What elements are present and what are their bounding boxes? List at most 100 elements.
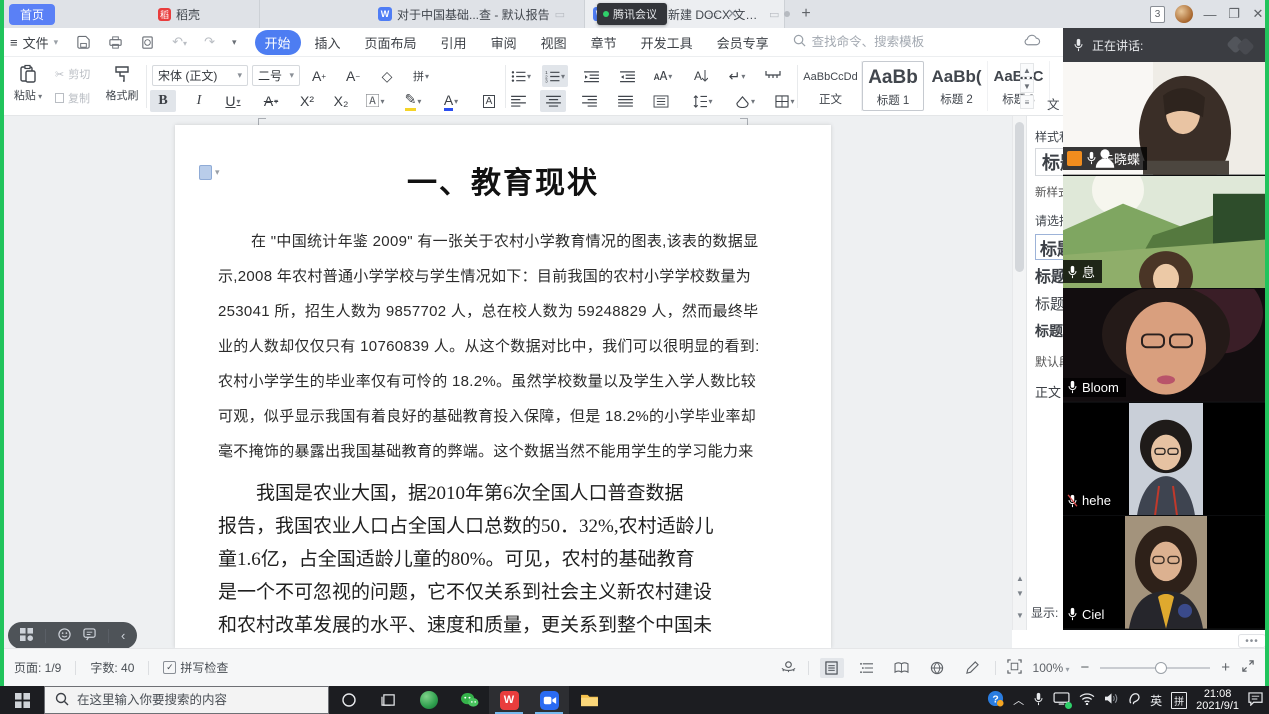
command-search[interactable] xyxy=(793,34,962,50)
document-page[interactable]: ▾ 一、教育现状 在 "中国统计年鉴 2009" 有一张关于农村小学教育情况的图… xyxy=(175,125,831,648)
tab-insert[interactable]: 插入 xyxy=(305,30,351,55)
text-direction-icon[interactable]: A xyxy=(688,65,714,87)
security-help-icon[interactable]: ? xyxy=(987,690,1004,710)
meeting-mini-bar[interactable]: 腾讯会议 xyxy=(597,3,667,25)
zoom-slider[interactable] xyxy=(1100,667,1210,669)
pinyin-guide-icon[interactable]: 拼▾ xyxy=(408,65,434,87)
screen-share-icon[interactable] xyxy=(1053,692,1070,708)
scrollbar-thumb[interactable] xyxy=(1015,122,1024,272)
save-icon[interactable] xyxy=(76,35,91,50)
video-tile-5[interactable]: Ciel xyxy=(1063,516,1269,630)
bold-button[interactable]: B xyxy=(150,90,176,112)
wrap-icon[interactable]: ↵▾ xyxy=(724,65,750,87)
bullet-list-icon[interactable]: ▾ xyxy=(508,65,534,87)
paragraph-layout-icon[interactable]: ▾ xyxy=(199,165,220,180)
clear-format-icon[interactable]: ◇ xyxy=(374,65,400,87)
tray-mic-icon[interactable] xyxy=(1033,692,1044,709)
superscript-button[interactable]: X² xyxy=(294,90,320,112)
browser-app-icon[interactable] xyxy=(409,686,449,714)
distribute-icon[interactable] xyxy=(648,90,674,112)
grow-font-icon[interactable]: A+ xyxy=(306,65,332,87)
video-tile-4[interactable]: hehe xyxy=(1063,403,1269,517)
next-page-icon[interactable]: ▼ xyxy=(1013,608,1027,622)
volume-icon[interactable] xyxy=(1104,692,1119,708)
style-heading-2[interactable]: AaBb(标题 2 xyxy=(926,61,988,111)
page-indicator[interactable]: 页面: 1/9 xyxy=(14,659,61,676)
fullscreen-icon[interactable] xyxy=(1241,659,1255,676)
style-heading-3[interactable]: AaBbC标题 3 xyxy=(988,61,1050,111)
shading-icon[interactable]: ▾ xyxy=(732,90,758,112)
ime-mode-icon[interactable]: 拼 xyxy=(1171,692,1187,709)
underline-button[interactable]: U▾ xyxy=(220,90,246,112)
video-tile-2[interactable]: 息 xyxy=(1063,176,1269,290)
comment-icon[interactable] xyxy=(83,628,96,644)
command-search-input[interactable] xyxy=(812,35,962,49)
copy-button[interactable]: 复制 xyxy=(55,90,90,106)
document-canvas[interactable]: ▾ 一、教育现状 在 "中国统计年鉴 2009" 有一张关于农村小学教育情况的图… xyxy=(0,116,1012,648)
wifi-icon[interactable] xyxy=(1079,693,1095,708)
taskbar-search-input[interactable] xyxy=(77,693,307,707)
print-preview-icon[interactable] xyxy=(140,35,155,50)
close-button[interactable]: ✕ xyxy=(1251,6,1265,22)
align-left-icon[interactable] xyxy=(505,90,531,112)
cortana-icon[interactable] xyxy=(329,686,369,714)
tab-dev-tools[interactable]: 开发工具 xyxy=(631,30,703,55)
file-explorer-icon[interactable] xyxy=(569,686,609,714)
text-tool-tab[interactable]: 文 xyxy=(1047,94,1060,113)
zoom-out-icon[interactable]: − xyxy=(1080,659,1089,676)
user-avatar[interactable] xyxy=(1175,5,1193,23)
style-heading-1[interactable]: AaBb标题 1 xyxy=(862,61,924,111)
collapse-toolbar-icon[interactable]: ▾ xyxy=(232,37,237,48)
tab-page-layout[interactable]: 页面布局 xyxy=(355,30,427,55)
tab-stops-icon[interactable] xyxy=(760,65,786,87)
meeting-more-button[interactable]: ••• xyxy=(1238,634,1266,648)
tab-start[interactable]: 开始 xyxy=(255,30,301,55)
increase-indent-icon[interactable] xyxy=(614,65,640,87)
tab-section[interactable]: 章节 xyxy=(581,30,627,55)
tab-docer[interactable]: 稻 稻壳 xyxy=(150,0,260,28)
ink-edit-icon[interactable] xyxy=(960,658,984,678)
tab-references[interactable]: 引用 xyxy=(431,30,477,55)
outline-view-icon[interactable] xyxy=(855,658,879,678)
new-tab-button[interactable]: + xyxy=(795,3,817,25)
character-scale-icon[interactable]: 🗚▾ xyxy=(650,65,676,87)
tab-count-badge[interactable]: 3 xyxy=(1150,6,1165,23)
start-button[interactable] xyxy=(0,686,44,714)
ime-language-indicator[interactable]: 英 xyxy=(1150,692,1162,709)
align-center-icon[interactable] xyxy=(540,90,566,112)
style-body-text[interactable]: AaBbCcDd正文 xyxy=(800,61,862,111)
font-color-button[interactable]: A▾ xyxy=(438,90,464,112)
shrink-font-icon[interactable]: A− xyxy=(340,65,366,87)
video-tile-3[interactable]: Bloom xyxy=(1063,289,1269,403)
cut-button[interactable]: ✂剪切 xyxy=(55,66,90,82)
styles-more-icon[interactable]: ≡ xyxy=(1020,95,1034,109)
page-view-icon[interactable] xyxy=(820,658,844,678)
spellcheck-toggle[interactable]: ✓ 拼写检查 xyxy=(163,659,228,676)
char-border-icon[interactable]: A xyxy=(476,90,502,112)
align-right-icon[interactable] xyxy=(576,90,602,112)
wps-app-icon[interactable]: W xyxy=(489,686,529,714)
numbered-list-icon[interactable]: 123▾ xyxy=(542,65,568,87)
scroll-up-icon[interactable]: ▲ xyxy=(1013,571,1027,585)
styles-scroll-down-icon[interactable]: ▼ xyxy=(1020,79,1034,93)
text-effects-icon[interactable]: 🄰▾ xyxy=(362,90,388,112)
clock[interactable]: 21:08 2021/9/1 xyxy=(1196,688,1239,712)
notification-center-icon[interactable] xyxy=(1248,692,1263,709)
document-scrollbar[interactable]: ▲ ▼ ▼ xyxy=(1012,116,1026,630)
strikethrough-button[interactable]: A▾ xyxy=(258,90,284,112)
styles-scroll-up-icon[interactable]: ▲ xyxy=(1020,63,1034,77)
collapse-left-icon[interactable]: ‹ xyxy=(121,628,125,643)
read-mode-icon[interactable] xyxy=(890,658,914,678)
fit-page-icon[interactable] xyxy=(1007,659,1022,677)
web-view-icon[interactable] xyxy=(925,658,949,678)
paste-button[interactable]: 粘贴 ▾ xyxy=(6,62,50,103)
tab-review[interactable]: 审阅 xyxy=(481,30,527,55)
cloud-sync-icon[interactable] xyxy=(1024,34,1041,50)
subscript-button[interactable]: X₂ xyxy=(328,90,354,112)
zoom-in-icon[interactable]: + xyxy=(1221,659,1230,676)
layout-grid-icon[interactable] xyxy=(20,628,33,644)
tab-home[interactable]: 首页 xyxy=(9,4,55,25)
zoom-level[interactable]: 100% ▾ xyxy=(1033,661,1070,675)
tab-member[interactable]: 会员专享 xyxy=(707,30,779,55)
file-menu-button[interactable]: ≡ 文件 ▾ xyxy=(0,33,68,52)
